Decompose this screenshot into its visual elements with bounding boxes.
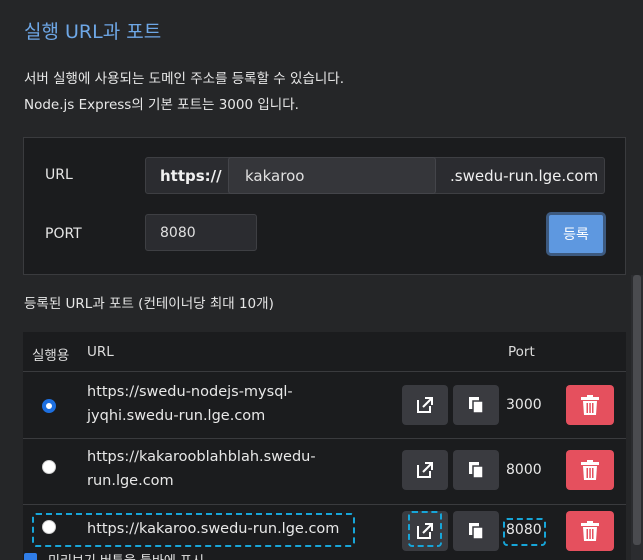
row-port: 3000 — [506, 397, 542, 413]
description-line-1: 서버 실행에 사용되는 도메인 주소를 등록할 수 있습니다. — [24, 71, 344, 87]
table-header: 실행용 URL Port — [23, 332, 626, 372]
table-row: https://kakarooblahblah.swedu- run.lge.c… — [23, 439, 626, 505]
delete-button[interactable] — [566, 450, 614, 490]
url-prefix: https:// — [160, 167, 222, 185]
url-suffix: .swedu-run.lge.com — [450, 167, 599, 185]
row-url: https://swedu-nodejs-mysql- jyqhi.swedu-… — [87, 384, 293, 424]
section-title: 실행 URL과 포트 — [24, 21, 162, 43]
url-input-group: https:// .swedu-run.lge.com — [145, 157, 605, 194]
open-url-button[interactable] — [402, 450, 448, 490]
copy-url-button[interactable] — [453, 511, 499, 551]
run-radio[interactable] — [42, 460, 56, 474]
show-preview-checkbox[interactable] — [24, 553, 37, 560]
row-url: https://kakarooblahblah.swedu- run.lge.c… — [87, 449, 316, 489]
register-button[interactable]: 등록 — [546, 212, 606, 256]
run-radio[interactable] — [42, 520, 56, 534]
trash-icon — [581, 460, 599, 480]
port-input[interactable] — [145, 214, 257, 251]
row-url: https://kakaroo.swedu-run.lge.com — [87, 521, 340, 537]
scrollbar-thumb[interactable] — [633, 275, 641, 545]
trash-icon — [581, 521, 599, 541]
column-url: URL — [87, 344, 114, 360]
open-external-icon — [417, 462, 433, 478]
url-port-form: URL https:// .swedu-run.lge.com PORT 등록 — [23, 137, 626, 275]
copy-icon — [469, 462, 484, 479]
table-row: https://swedu-nodejs-mysql- jyqhi.swedu-… — [23, 373, 626, 439]
open-url-button[interactable] — [402, 511, 448, 551]
open-external-icon — [417, 397, 433, 413]
column-run: 실행용 — [32, 348, 70, 364]
description-line-2: Node.js Express의 기본 포트는 3000 입니다. — [24, 97, 299, 113]
row-port: 8000 — [506, 462, 542, 478]
port-label: PORT — [45, 226, 82, 242]
registered-list-title: 등록된 URL과 포트 (컨테이너당 최대 10개) — [24, 296, 274, 312]
column-port: Port — [508, 344, 535, 360]
url-subdomain-input[interactable] — [228, 157, 436, 194]
copy-url-button[interactable] — [453, 450, 499, 490]
description: 서버 실행에 사용되는 도메인 주소를 등록할 수 있습니다. Node.js … — [24, 66, 344, 118]
scrollbar[interactable] — [631, 275, 643, 560]
delete-button[interactable] — [566, 385, 614, 425]
open-external-icon — [417, 523, 433, 539]
row-port: 8080 — [506, 522, 542, 538]
url-label: URL — [45, 167, 73, 183]
copy-url-button[interactable] — [453, 385, 499, 425]
run-radio-selected[interactable] — [42, 399, 56, 413]
copy-icon — [469, 397, 484, 414]
trash-icon — [581, 395, 599, 415]
delete-button[interactable] — [566, 511, 614, 551]
url-port-table: 실행용 URL Port https://swedu-nodejs-mysql-… — [23, 332, 626, 560]
show-preview-label: 미리보기 버튼을 툴바에 표시 — [48, 550, 204, 560]
open-url-button[interactable] — [402, 385, 448, 425]
copy-icon — [469, 523, 484, 540]
